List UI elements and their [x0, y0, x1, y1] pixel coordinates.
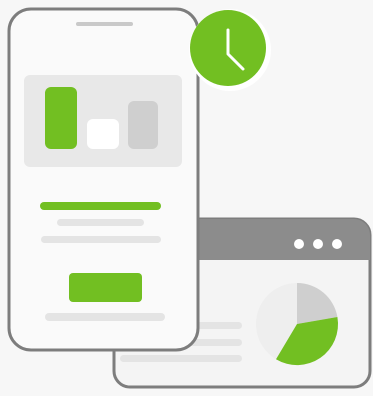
pie-chart-icon	[256, 283, 339, 366]
phone	[7, 7, 200, 352]
chart-bar-right	[128, 101, 158, 149]
phone-speaker	[76, 22, 133, 26]
text-line	[196, 322, 242, 329]
illustration	[7, 7, 372, 389]
menu-dot	[332, 239, 342, 249]
phone-text-lines	[40, 202, 161, 243]
text-line	[41, 236, 161, 243]
primary-button[interactable]	[69, 273, 142, 302]
menu-dot	[294, 239, 304, 249]
menu-dot	[313, 239, 323, 249]
clock-icon	[189, 9, 271, 91]
text-line	[120, 355, 242, 362]
ellipsis-icon[interactable]	[294, 239, 342, 249]
text-line	[57, 219, 144, 226]
footer-line	[45, 313, 165, 321]
chart-bar-middle	[87, 119, 119, 149]
chart-bar-left	[45, 87, 77, 149]
headline-line	[40, 202, 161, 210]
